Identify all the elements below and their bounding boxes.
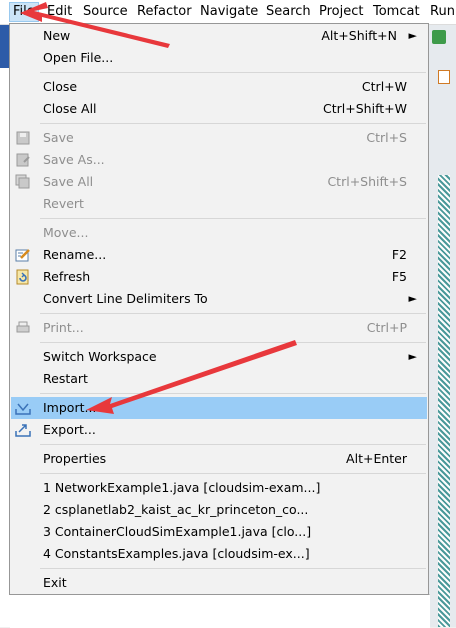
menu-item-refresh[interactable]: Refresh F5 (11, 266, 427, 288)
menu-item-label: Refresh (43, 269, 91, 284)
menu-item-label: Rename... (43, 247, 107, 262)
menu-item-export[interactable]: Export... (11, 419, 427, 441)
rename-icon (15, 249, 30, 262)
menu-item-label: Move... (43, 225, 89, 240)
menu-tomcat[interactable]: Tomcat (373, 0, 420, 24)
menu-item-label: 4 ConstantsExamples.java [cloudsim-ex...… (43, 546, 310, 561)
menu-item-label: Revert (43, 196, 84, 211)
scrollbar-strip (438, 175, 450, 627)
recent-file-item[interactable]: 1 NetworkExample1.java [cloudsim-exam...… (11, 477, 427, 499)
menu-item-rename[interactable]: Rename... F2 (11, 244, 427, 266)
menu-project[interactable]: Project (319, 0, 363, 24)
menu-item-move[interactable]: Move... (11, 222, 427, 244)
menu-source[interactable]: Source (83, 0, 128, 24)
menu-item-save-as[interactable]: Save As... (11, 149, 427, 171)
menu-edit[interactable]: Edit (47, 0, 72, 24)
menu-search[interactable]: Search (266, 0, 311, 24)
menu-item-open-file[interactable]: Open File... (11, 47, 427, 69)
menu-separator (40, 473, 426, 474)
menu-item-label: 3 ContainerCloudSimExample1.java [clo...… (43, 524, 312, 539)
submenu-arrow-icon: ► (408, 350, 417, 363)
menu-item-label: Close (43, 79, 78, 94)
menu-item-import[interactable]: Import... (11, 397, 427, 419)
menu-item-label: Switch Workspace (43, 349, 157, 364)
menu-item-shortcut: F5 (391, 269, 407, 284)
menu-item-shortcut: Ctrl+S (366, 130, 407, 145)
menu-item-new[interactable]: New ► Alt+Shift+N (11, 25, 427, 47)
menu-separator (40, 342, 426, 343)
file-icon[interactable] (438, 70, 450, 84)
save-as-icon (16, 153, 30, 167)
menu-separator (40, 313, 426, 314)
menu-navigate[interactable]: Navigate (200, 0, 258, 24)
menu-item-label: 1 NetworkExample1.java [cloudsim-exam...… (43, 480, 321, 495)
menu-item-properties[interactable]: Properties Alt+Enter (11, 448, 427, 470)
save-all-icon (15, 174, 30, 189)
menu-item-label: Save As... (43, 152, 105, 167)
menu-separator (40, 393, 426, 394)
menu-file[interactable]: File (13, 0, 35, 24)
menu-item-shortcut: Alt+Enter (346, 451, 407, 466)
menu-item-label: Properties (43, 451, 107, 466)
menu-item-label: Restart (43, 371, 88, 386)
save-icon (16, 131, 30, 145)
menu-item-label: Print... (43, 320, 84, 335)
recent-file-item[interactable]: 2 csplanetlab2_kaist_ac_kr_princeton_co.… (11, 499, 427, 521)
menu-item-label: Save All (43, 174, 94, 189)
menu-item-label: 2 csplanetlab2_kaist_ac_kr_princeton_co.… (43, 502, 309, 517)
menu-item-shortcut: Ctrl+Shift+W (323, 101, 407, 116)
menu-separator (40, 568, 426, 569)
menu-item-label: Save (43, 130, 74, 145)
menu-refactor[interactable]: Refactor (137, 0, 192, 24)
menu-item-shortcut: Alt+Shift+N (321, 28, 397, 43)
editor-bottom-area (10, 594, 430, 628)
recent-file-item[interactable]: 3 ContainerCloudSimExample1.java [clo...… (11, 521, 427, 543)
menu-item-label: Import... (43, 400, 97, 415)
menu-item-save-all[interactable]: Save All Ctrl+Shift+S (11, 171, 427, 193)
menu-item-revert[interactable]: Revert (11, 193, 427, 215)
menu-item-shortcut: Ctrl+P (366, 320, 407, 335)
run-icon[interactable] (432, 30, 446, 44)
menu-item-shortcut: F2 (391, 247, 407, 262)
recent-file-item[interactable]: 4 ConstantsExamples.java [cloudsim-ex...… (11, 543, 427, 565)
menu-separator (40, 218, 426, 219)
menu-item-shortcut: Ctrl+W (361, 79, 407, 94)
export-icon (15, 424, 31, 437)
import-icon (15, 403, 31, 415)
submenu-arrow-icon: ► (408, 292, 417, 305)
menu-item-label: Exit (43, 575, 67, 590)
printer-icon (16, 321, 30, 333)
menu-item-label: Export... (43, 422, 96, 437)
menu-item-shortcut: Ctrl+Shift+S (327, 174, 407, 189)
menu-item-label: Close All (43, 101, 97, 116)
menu-item-label: Convert Line Delimiters To (43, 291, 208, 306)
menu-item-print[interactable]: Print... Ctrl+P (11, 317, 427, 339)
refresh-icon (16, 269, 29, 285)
menu-item-restart[interactable]: Restart (11, 368, 427, 390)
menu-item-close-all[interactable]: Close All Ctrl+Shift+W (11, 98, 427, 120)
menu-item-save[interactable]: Save Ctrl+S (11, 127, 427, 149)
menu-item-close[interactable]: Close Ctrl+W (11, 76, 427, 98)
menu-run[interactable]: Run (430, 0, 455, 24)
menu-item-switch-workspace[interactable]: Switch Workspace ► (11, 346, 427, 368)
menu-item-convert-line-delimiters[interactable]: Convert Line Delimiters To ► (11, 288, 427, 310)
menu-item-exit[interactable]: Exit (11, 572, 427, 594)
menu-bar: File Edit Source Refactor Navigate Searc… (0, 0, 456, 25)
menu-separator (40, 123, 426, 124)
menu-separator (40, 444, 426, 445)
menu-separator (40, 72, 426, 73)
menu-item-label: Open File... (43, 50, 114, 65)
menu-item-label: New (43, 28, 71, 43)
file-menu-dropdown: New ► Alt+Shift+N Open File... Close Ctr… (9, 23, 429, 595)
submenu-arrow-icon: ► (408, 29, 417, 42)
